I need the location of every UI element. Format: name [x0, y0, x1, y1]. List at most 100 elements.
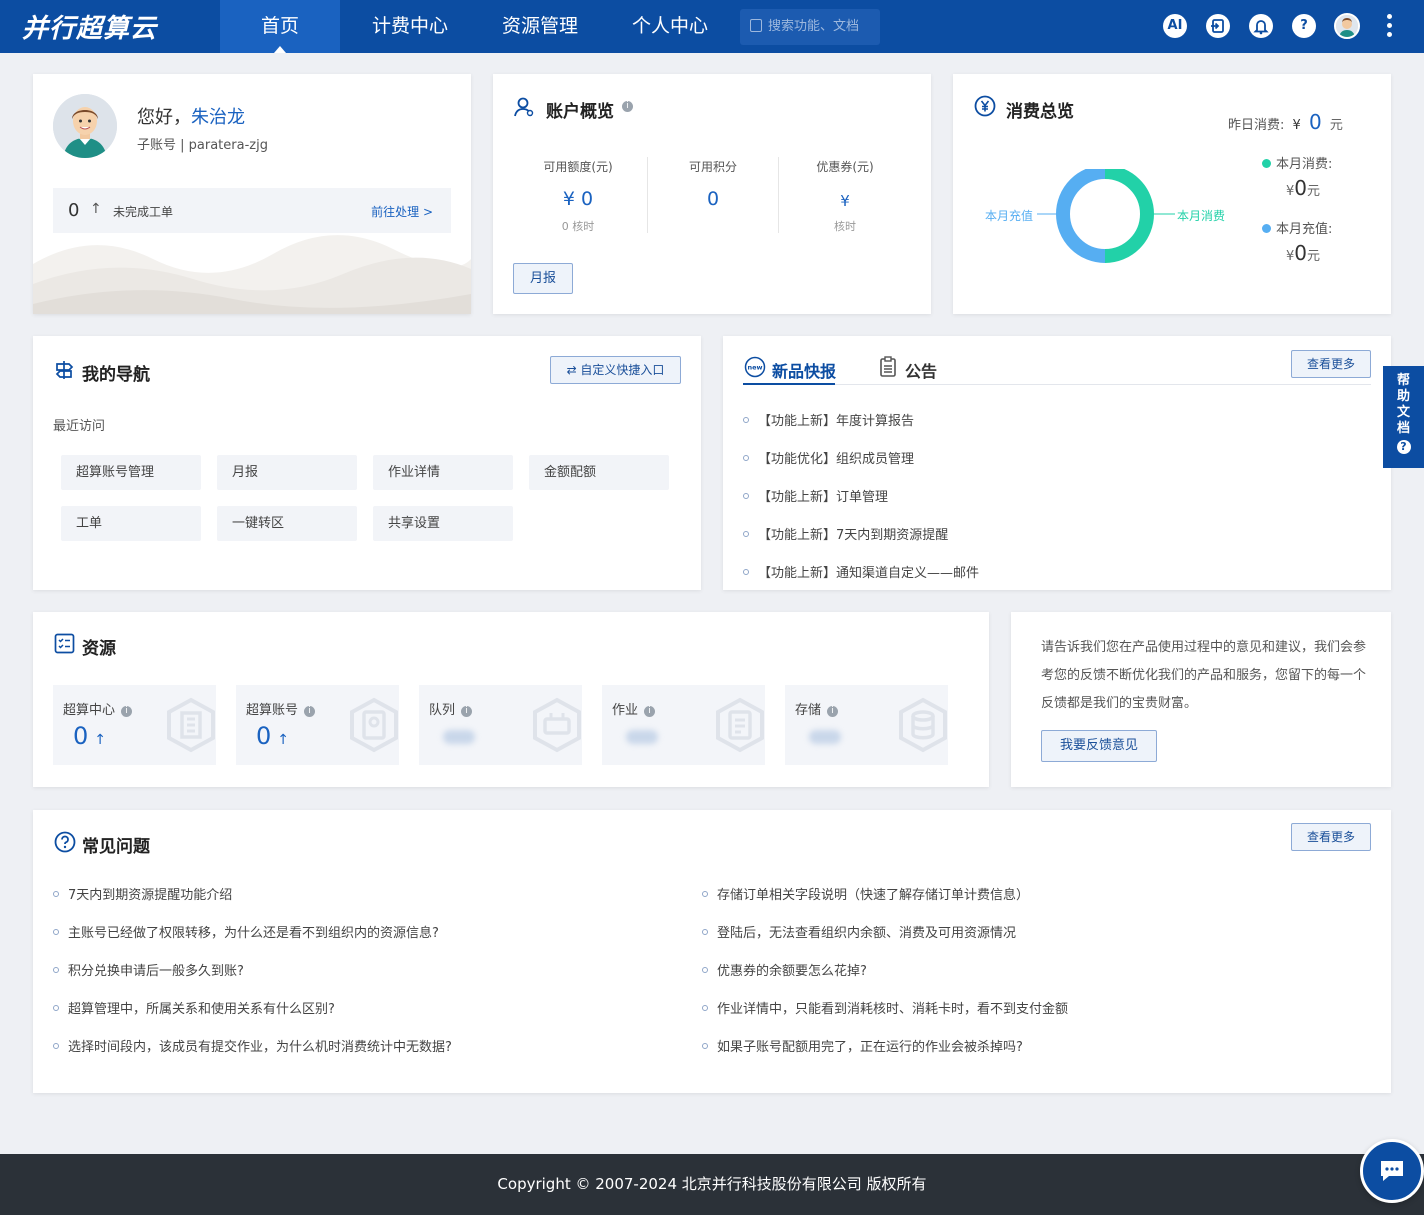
monthly-report-button[interactable]: 月报: [513, 263, 573, 294]
faq-item[interactable]: 7天内到期资源提醒功能介绍: [53, 884, 232, 903]
info-icon[interactable]: i: [304, 706, 316, 717]
tab-announcements[interactable]: 公告: [905, 358, 937, 382]
faq-item-text: 超算管理中，所属关系和使用关系有什么区别?: [68, 1002, 335, 1017]
resource-label: 队列 i: [429, 699, 473, 718]
checklist-icon: [54, 633, 75, 654]
news-item[interactable]: 【功能上新】订单管理: [743, 486, 888, 505]
more-menu-icon[interactable]: [1386, 14, 1394, 40]
info-icon[interactable]: i: [827, 706, 839, 717]
nav-billing[interactable]: 计费中心: [350, 0, 470, 53]
resource-queue[interactable]: 队列 i: [419, 685, 582, 765]
coupon-label: 优惠券(元): [816, 160, 874, 174]
yesterday-spend: 昨日消费: ¥ 0 元: [1228, 110, 1343, 134]
shortcut-tickets[interactable]: 工单: [61, 506, 201, 541]
legend-dot-recharge: [1262, 224, 1271, 233]
question-icon: ?: [1396, 440, 1411, 454]
up-arrow-icon: ↑: [90, 201, 102, 217]
recent-visits-label: 最近访问: [53, 419, 106, 434]
legend-consumption-value: ¥0元: [1286, 176, 1320, 200]
help-docs-tab[interactable]: 帮助文档 ?: [1383, 366, 1424, 468]
nav-resources[interactable]: 资源管理: [480, 0, 600, 53]
mountain-background: [33, 219, 471, 314]
resource-label: 超算账号 i: [246, 699, 316, 718]
shortcut-amount-quota[interactable]: 金额配额: [529, 455, 669, 490]
yuan-icon: [974, 95, 996, 117]
submit-feedback-button[interactable]: 我要反馈意见: [1041, 730, 1157, 762]
news-item[interactable]: 【功能上新】7天内到期资源提醒: [743, 524, 948, 543]
news-item[interactable]: 【功能上新】通知渠道自定义——邮件: [743, 562, 979, 581]
shortcut-monthly-report[interactable]: 月报: [217, 455, 357, 490]
clipboard-icon: [880, 356, 896, 377]
profile-card: 您好，朱治龙 子账号 | paratera-zjg 0 ↑ 未完成工单 前往处理…: [33, 74, 471, 314]
shortcut-hpc-account[interactable]: 超算账号管理: [61, 455, 201, 490]
faq-item[interactable]: 如果子账号配额用完了，正在运行的作业会被杀掉吗?: [702, 1036, 1023, 1055]
info-icon[interactable]: i: [644, 706, 656, 717]
faq-item-text: 如果子账号配额用完了，正在运行的作业会被杀掉吗?: [717, 1040, 1023, 1055]
bell-icon[interactable]: [1249, 14, 1273, 38]
nav-home[interactable]: 首页: [220, 0, 340, 53]
up-arrow-icon: ↑: [94, 732, 107, 748]
faq-more-button[interactable]: 查看更多: [1291, 823, 1371, 851]
user-icon: [514, 97, 534, 117]
resource-hpc-account[interactable]: 超算账号 i 0 ↑: [236, 685, 399, 765]
news-item[interactable]: 【功能优化】组织成员管理: [743, 448, 914, 467]
go-process-link[interactable]: 前往处理 >: [371, 203, 433, 220]
news-item-text: 【功能上新】7天内到期资源提醒: [758, 528, 949, 543]
bullet-icon: [53, 1043, 59, 1049]
unit: 元: [1307, 184, 1321, 199]
faq-item[interactable]: 优惠券的余额要怎么花掉?: [702, 960, 867, 979]
active-tab-indicator: [743, 383, 835, 385]
faq-item[interactable]: 作业详情中，只能看到消耗核时、消耗卡时，看不到支付金额: [702, 998, 1068, 1017]
legend-consumption: 本月消费:: [1262, 153, 1332, 172]
help-docs-label: 帮助文档: [1396, 373, 1410, 436]
account-overview-card: 账户概览 i 可用额度(元) ¥ 0 0 核时 可用积分 0 优惠券(元) ¥ …: [493, 74, 931, 314]
news-item[interactable]: 【功能上新】年度计算报告: [743, 410, 914, 429]
profile-avatar[interactable]: [53, 94, 117, 158]
account-overview-title: 账户概览: [546, 102, 614, 122]
info-icon[interactable]: i: [121, 706, 133, 717]
resource-hpc-center[interactable]: 超算中心 i 0 ↑: [53, 685, 216, 765]
info-icon[interactable]: i: [622, 101, 633, 112]
label-text: 队列: [429, 703, 456, 718]
faq-item-text: 选择时间段内，该成员有提交作业，为什么机时消费统计中无数据?: [68, 1040, 452, 1055]
resource-label: 作业 i: [612, 699, 656, 718]
tab-new-products[interactable]: 新品快报: [772, 358, 836, 382]
news-more-button[interactable]: 查看更多: [1291, 350, 1371, 378]
bullet-icon: [53, 967, 59, 973]
faq-item[interactable]: 选择时间段内，该成员有提交作业，为什么机时消费统计中无数据?: [53, 1036, 452, 1055]
bullet-icon: [53, 929, 59, 935]
legend-recharge-label: 本月充值:: [1276, 222, 1333, 237]
shortcut-share-settings[interactable]: 共享设置: [373, 506, 513, 541]
available-points-label: 可用积分: [688, 160, 737, 174]
resource-storage[interactable]: 存储 i: [785, 685, 948, 765]
greeting-prefix: 您好，: [137, 107, 191, 128]
resource-jobs[interactable]: 作业 i: [602, 685, 765, 765]
user-avatar[interactable]: [1334, 13, 1360, 39]
faq-item[interactable]: 超算管理中，所属关系和使用关系有什么区别?: [53, 998, 335, 1017]
legend-dot-consumption: [1262, 159, 1271, 168]
building-icon: [167, 697, 215, 753]
chat-support-button[interactable]: [1360, 1139, 1424, 1203]
consumption-title: 消费总览: [1006, 102, 1074, 122]
shortcut-job-details[interactable]: 作业详情: [373, 455, 513, 490]
brand-logo[interactable]: 并行超算云: [22, 8, 157, 45]
user-name: 朱治龙: [191, 107, 245, 128]
faq-item[interactable]: 积分兑换申请后一般多久到账?: [53, 960, 244, 979]
resources-title: 资源: [82, 639, 116, 659]
customize-shortcut-button[interactable]: ⇄ 自定义快捷入口: [550, 356, 681, 384]
info-icon[interactable]: i: [461, 706, 473, 717]
search-input[interactable]: 搜索功能、文档: [740, 9, 880, 45]
bullet-icon: [743, 493, 749, 499]
value: 0: [1294, 241, 1308, 265]
shortcut-region-transfer[interactable]: 一键转区: [217, 506, 357, 541]
bullet-icon: [53, 1005, 59, 1011]
faq-item[interactable]: 存储订单相关字段说明（快速了解存储订单计费信息）: [702, 884, 1029, 903]
nav-personal[interactable]: 个人中心: [610, 0, 730, 53]
faq-item[interactable]: 登陆后，无法查看组织内余额、消费及可用资源情况: [702, 922, 1016, 941]
logout-icon[interactable]: [1206, 14, 1230, 38]
label-text: 超算中心: [63, 703, 116, 718]
faq-item-text: 存储订单相关字段说明（快速了解存储订单计费信息）: [717, 888, 1030, 903]
help-icon[interactable]: ?: [1292, 14, 1316, 38]
faq-item[interactable]: 主账号已经做了权限转移，为什么还是看不到组织内的资源信息?: [53, 922, 439, 941]
ai-assistant-icon[interactable]: AI: [1163, 14, 1187, 38]
